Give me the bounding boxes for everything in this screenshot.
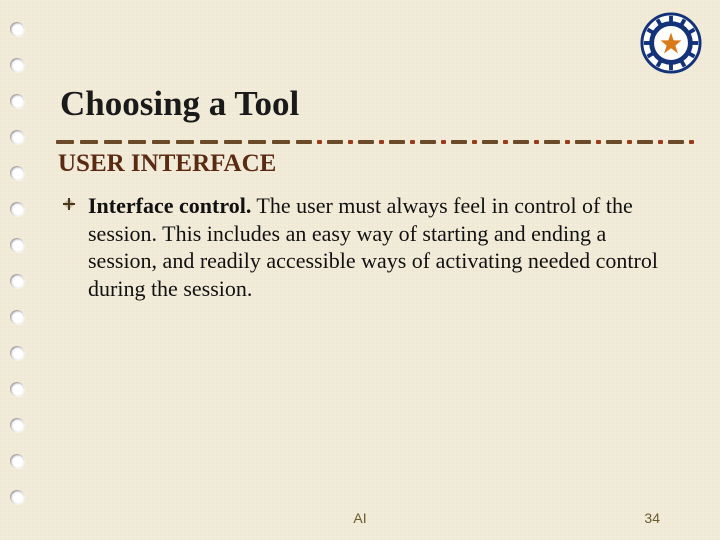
footer-label: AI [0, 510, 720, 526]
slide-title: Choosing a Tool [60, 84, 299, 124]
bullet-item: Interface control. The user must always … [88, 192, 680, 302]
bullet-lead: Interface control. [88, 193, 251, 218]
page-number: 34 [644, 510, 660, 526]
institution-logo [640, 12, 702, 74]
title-divider [56, 140, 696, 144]
bullet-icon [62, 197, 76, 211]
section-heading: USER INTERFACE [58, 150, 276, 178]
spiral-binding [6, 0, 28, 540]
